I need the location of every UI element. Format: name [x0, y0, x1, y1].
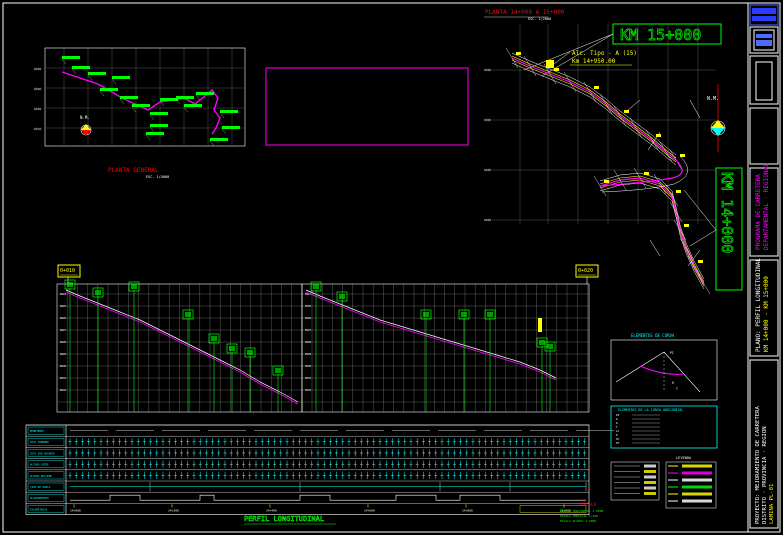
svg-text:8629: 8629: [60, 352, 67, 356]
plan-general-panel: 8600 8580 8560 8540 N.M. PLANTA GENERAL ESC…: [34, 47, 246, 179]
svg-text:8600: 8600: [484, 168, 491, 172]
profile-panel: 8624 85248625 85258626 85268627 85278628 8528…: [25, 264, 614, 525]
north-arrow-icon: N.M.: [707, 84, 726, 152]
svg-text:8625: 8625: [60, 304, 67, 308]
station-right-label: 0+020: [578, 268, 593, 274]
progresiva-label: 14+400: [266, 508, 277, 512]
plan-detail-panel: PLANTA 14+000 A 15+000 ESC. 1/2000 8600 8…: [484, 9, 743, 295]
callout-line-1: Alc. Tipo - A (15): [572, 50, 637, 57]
progresiva-label: 14+800: [462, 508, 473, 512]
svg-text:N.M.: N.M.: [80, 115, 90, 120]
scale-line-2: ESCALA VERTICAL 1:200: [560, 514, 598, 518]
svg-text:8527: 8527: [305, 328, 312, 332]
km-side-label: KM 14+000: [718, 172, 736, 253]
scale-notes: ESCALA ESCALA HORIZONTAL 1:2000 ESCALA V…: [560, 502, 604, 523]
km-top-label: KM 15+000: [620, 26, 701, 44]
profile-row-label: COTA SUB RASANTE: [30, 451, 55, 455]
profile-row-label: COTA TERRENO: [30, 440, 49, 444]
svg-text:DEPARTAMENTAL · REGIONAL: DEPARTAMENTAL · REGIONAL: [763, 163, 770, 250]
cad-drawing-sheet: PROGRAMA DE CARRETERA DEPARTAMENTAL · RE…: [2, 2, 781, 533]
profile-row-label: ALTURA CORTE: [30, 463, 49, 467]
svg-text:8632: 8632: [60, 388, 67, 392]
svg-text:8600: 8600: [484, 118, 491, 122]
north-label: N.M.: [707, 96, 719, 102]
svg-text:8525: 8525: [305, 304, 312, 308]
progresiva-label: 14+000: [70, 508, 81, 512]
legend-title: LEYENDA: [676, 456, 692, 460]
key-map-frame: [265, 67, 469, 146]
north-arrow-small: N.M.: [80, 115, 92, 136]
station-tag-left: 0+010: [57, 264, 81, 278]
station-left-label: 0+010: [60, 268, 75, 274]
svg-text:T: T: [676, 387, 678, 391]
svg-text:8600: 8600: [484, 68, 491, 72]
title-block: PROGRAMA DE CARRETERA DEPARTAMENTAL · RE…: [749, 4, 779, 529]
plan-detail-title: PLANTA 14+000 A 15+000: [485, 9, 565, 16]
title-block-line-1: PLANO: PERFIL LONGITUDINAL: [755, 258, 762, 352]
svg-text:PI: PI: [670, 351, 674, 355]
progresiva-label: 14+600: [364, 508, 375, 512]
svg-text:8627: 8627: [60, 328, 67, 332]
plan-detail-scale: ESC. 1/2000: [528, 17, 551, 21]
scale-line-1: ESCALA HORIZONTAL 1:2000: [560, 509, 604, 513]
svg-text:8531: 8531: [305, 376, 312, 380]
progresiva-label: 14+200: [168, 508, 179, 512]
svg-text:8532: 8532: [305, 388, 312, 392]
svg-text:8600: 8600: [34, 67, 41, 71]
profile-row-label: PENDIENTE: [30, 429, 44, 433]
curve-detail-panel: ELEMENTOS DE CURVA PI R T ELEMENTOS DE L…: [610, 333, 718, 449]
svg-text:LAMINA PL-01: LAMINA PL-01: [769, 484, 775, 524]
scale-line-3: ESCALA PLANTA 1:2000: [560, 519, 596, 523]
station-tag-right: 0+020: [575, 264, 599, 278]
profile-row-label: ALTURA RELLENO: [30, 474, 52, 478]
profile-row-label: ALINEAMIENTO: [30, 496, 49, 500]
svg-text:8630: 8630: [60, 364, 67, 368]
curve-detail-title: ELEMENTOS DE CURVA: [631, 333, 675, 338]
scale-title: ESCALA: [580, 502, 597, 508]
svg-text:KM 14+000 - KM 15+000: KM 14+000 - KM 15+000: [763, 276, 770, 352]
svg-text:8530: 8530: [305, 364, 312, 368]
svg-text:8624: 8624: [60, 292, 67, 296]
svg-text:PROGRAMA DE CARRETERA: PROGRAMA DE CARRETERA: [755, 174, 762, 250]
legend-panel: LEYENDA: [610, 456, 717, 509]
svg-text:8631: 8631: [60, 376, 67, 380]
svg-text:8560: 8560: [34, 107, 41, 111]
svg-text:PT: PT: [616, 441, 620, 445]
svg-text:8580: 8580: [34, 87, 41, 91]
svg-text:8626: 8626: [60, 316, 67, 320]
curve-table-title: ELEMENTOS DE LA CURVA HORIZONTAL: [618, 408, 683, 412]
svg-text:DISTRITO · PROVINCIA · REGION: DISTRITO · PROVINCIA · REGION: [762, 426, 768, 524]
svg-text:8528: 8528: [305, 340, 312, 344]
profile-row-label: KILOMETRAJE: [30, 507, 48, 511]
svg-text:8526: 8526: [305, 316, 312, 320]
profile-title: PERFIL LONGITUDINAL: [244, 515, 324, 523]
profile-row-label: TIPO DE SUELO: [30, 485, 51, 489]
svg-text:R: R: [672, 381, 674, 385]
plan-general-scale: ESC. 1/5000: [146, 175, 169, 179]
plan-general-title: PLANTA GENERAL: [108, 167, 159, 174]
svg-text:8529: 8529: [305, 352, 312, 356]
callout-line-2: Km 14+950.00: [572, 58, 616, 65]
svg-text:8628: 8628: [60, 340, 67, 344]
svg-text:8540: 8540: [34, 127, 41, 131]
svg-text:8600: 8600: [484, 218, 491, 222]
title-block-line-2: PROYECTO: MEJORAMIENTO DE CARRETERA: [755, 405, 761, 524]
